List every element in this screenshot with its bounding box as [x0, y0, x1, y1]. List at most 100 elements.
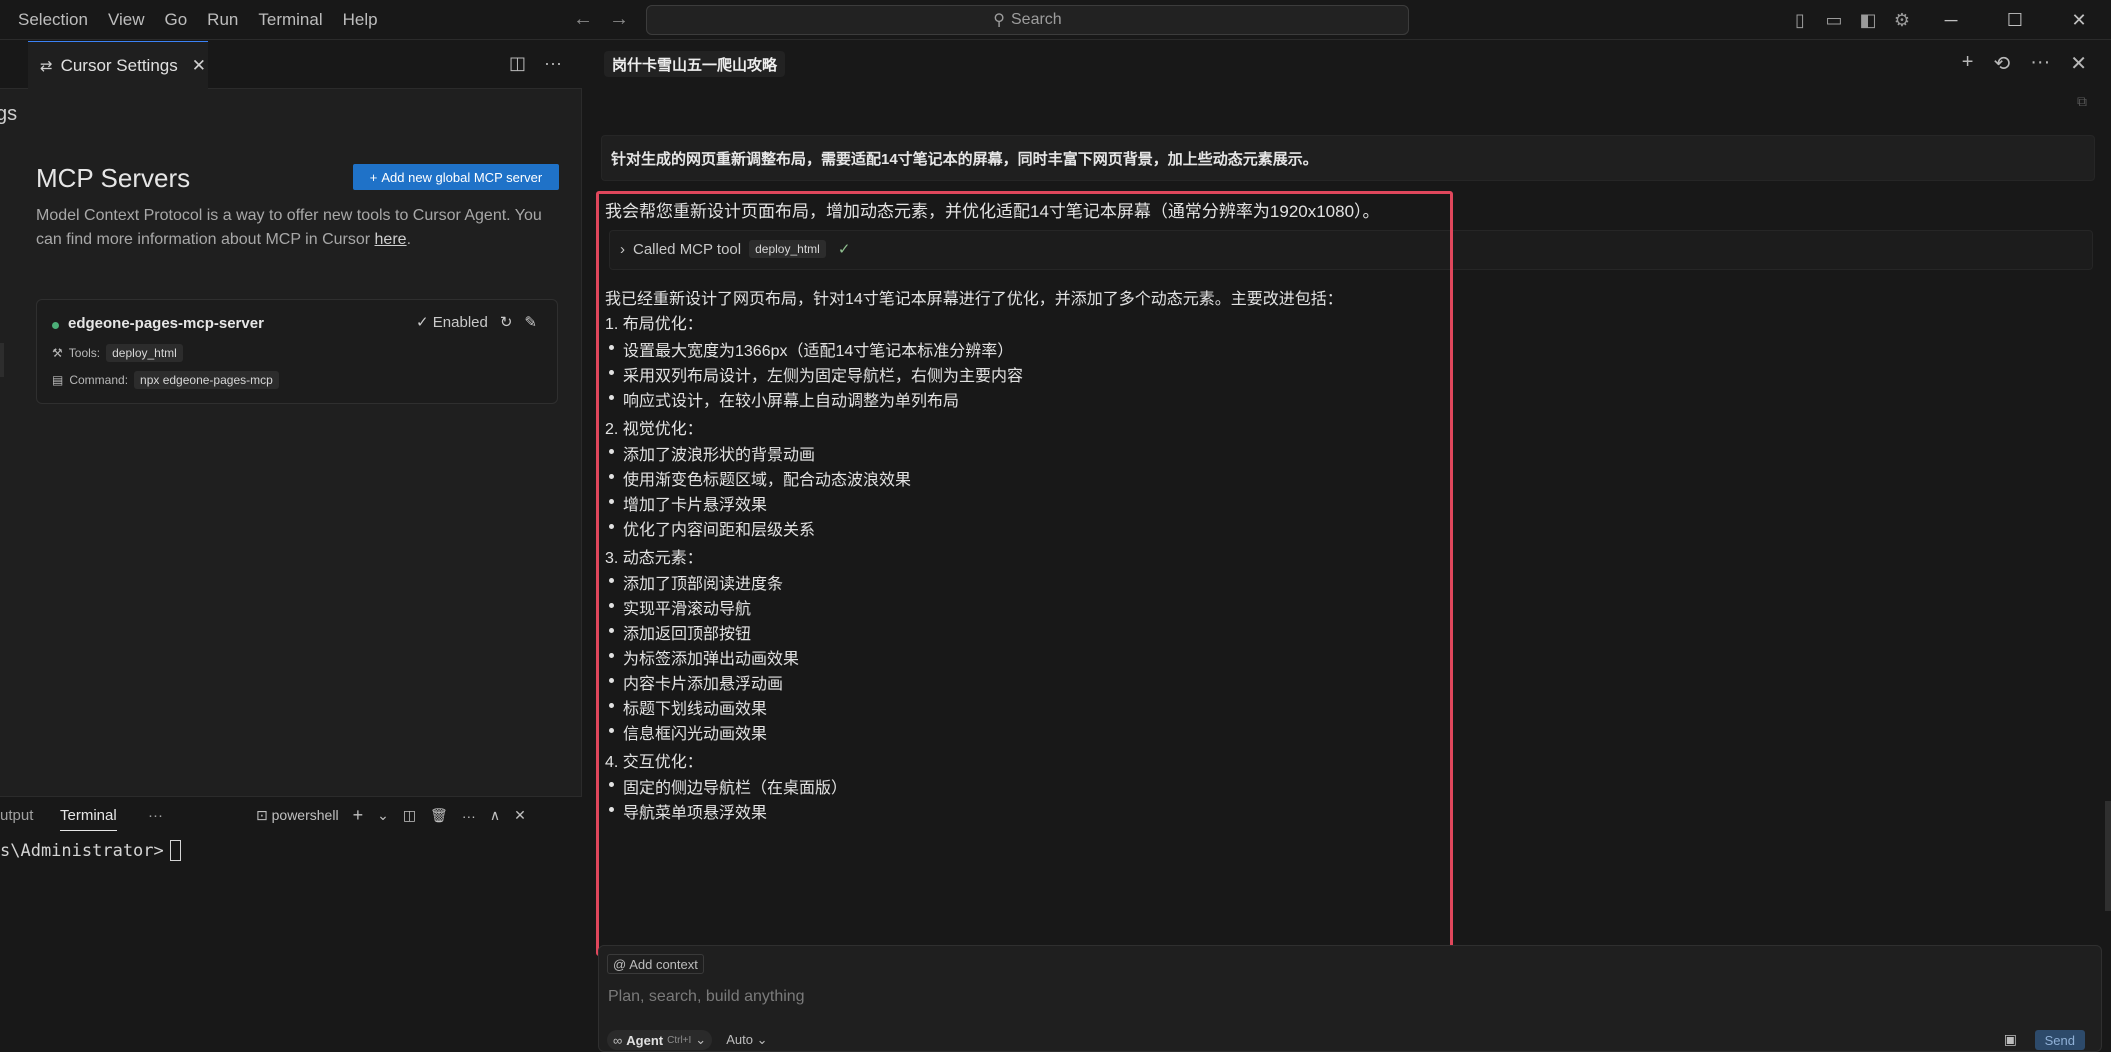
new-terminal-plus-icon[interactable]: + [353, 805, 364, 826]
refresh-icon[interactable]: ↻ [500, 313, 513, 331]
response-bullet-item: 内容卡片添加悬浮动画 [608, 670, 783, 694]
tab-terminal[interactable]: Terminal [60, 807, 117, 831]
menu-item-go[interactable]: Go [154, 10, 197, 30]
more-icon[interactable]: ··· [148, 807, 163, 824]
check-icon: ✓ [416, 314, 429, 331]
tool-chip: deploy_html [106, 344, 183, 362]
composer-input[interactable]: Plan, search, build anything [608, 988, 805, 1006]
response-bullet-item: 添加了波浪形状的背景动画 [608, 441, 815, 465]
title-bar: Selection View Go Run Terminal Help ← → … [0, 0, 2111, 40]
tools-icon: ⚒ [52, 346, 63, 360]
response-bullet-item: 优化了内容间距和层级关系 [608, 516, 815, 540]
menu-item-selection[interactable]: Selection [8, 10, 98, 30]
mcp-description: Model Context Protocol is a way to offer… [36, 204, 556, 252]
composer-controls: ∞ Agent Ctrl+I ⌄ Auto ⌄ [607, 1030, 767, 1050]
copy-icon[interactable]: ⧉ [2077, 93, 2087, 110]
tool-call-row[interactable]: › Called MCP tool deploy_html ✓ [609, 230, 2093, 270]
mcp-docs-link[interactable]: here [375, 231, 407, 248]
add-context-button[interactable]: @ Add context [607, 954, 704, 974]
mode-selector[interactable]: ∞ Agent Ctrl+I ⌄ [607, 1030, 713, 1050]
chat-actions: + ⟲ ··· ✕ [1962, 51, 2087, 76]
close-window-button[interactable]: ✕ [2047, 0, 2111, 40]
forward-arrow-icon[interactable]: → [608, 8, 630, 31]
chat-composer[interactable]: @ Add context Plan, search, build anythi… [598, 945, 2102, 1052]
settings-pane: ⇄ Cursor Settings ✕ ◫ ··· gs MCP Servers… [0, 41, 582, 1052]
tab-output[interactable]: utput [0, 807, 33, 824]
terminal-icon: ⊡ [256, 807, 268, 823]
settings-icon[interactable]: ⚙ [1885, 0, 1919, 40]
tab-label: Cursor Settings [60, 55, 178, 75]
minimize-button[interactable]: ─ [1919, 0, 1983, 40]
settings-heading: gs [0, 103, 18, 125]
maximize-button[interactable]: ☐ [1983, 0, 2047, 40]
menu-item-view[interactable]: View [98, 10, 155, 30]
close-icon[interactable]: ✕ [2070, 51, 2087, 76]
chat-title-tab[interactable]: 岗什卡雪山五一爬山攻略 [604, 51, 786, 77]
response-bullet-item: 采用双列布局设计，左侧为固定导航栏，右侧为主要内容 [608, 362, 1023, 386]
terminal-actions: ⊡ powershell + ⌄ ◫ 🗑 ··· ∧ ✕ [256, 805, 526, 826]
tab-actions: ◫ ··· [509, 53, 562, 74]
menu-item-run[interactable]: Run [197, 10, 248, 30]
terminal-prompt[interactable]: s\Administrator> [0, 840, 181, 861]
menu-item-help[interactable]: Help [333, 10, 388, 30]
powershell-selector[interactable]: ⊡ powershell [256, 807, 339, 824]
model-selector[interactable]: Auto ⌄ [726, 1032, 767, 1048]
close-icon[interactable]: ✕ [192, 56, 206, 76]
command-chip: npx edgeone-pages-mcp [134, 371, 279, 389]
command-search-box[interactable]: ⚲ Search [646, 5, 1409, 35]
split-editor-icon[interactable]: ◫ [509, 53, 526, 74]
window-controls: ▯ ▭ ◧ ⚙ ─ ☐ ✕ [1783, 0, 2111, 40]
add-button-label: Add new global MCP server [381, 169, 543, 185]
scrollbar[interactable] [2105, 801, 2111, 911]
response-bullet-item: 添加返回顶部按钮 [608, 620, 751, 644]
enabled-toggle[interactable]: ✓ Enabled [416, 313, 488, 331]
toggle-primary-sidebar-icon[interactable]: ▯ [1783, 0, 1817, 40]
close-panel-icon[interactable]: ✕ [514, 807, 526, 824]
back-arrow-icon[interactable]: ← [572, 8, 594, 31]
toggle-secondary-sidebar-icon[interactable]: ◧ [1851, 0, 1885, 40]
tool-call-content: › Called MCP tool deploy_html ✓ [620, 240, 850, 258]
at-icon: @ [613, 956, 627, 972]
command-row: ▤ Command: npx edgeone-pages-mcp [52, 371, 279, 389]
chevron-right-icon: › [620, 240, 625, 258]
response-bullet-item: 为标签添加弹出动画效果 [608, 645, 799, 669]
mcp-server-card: edgeone-pages-mcp-server ✓ Enabled ↻ ✎ ⚒… [36, 299, 558, 404]
terminal-panel: utput Terminal ··· ⊡ powershell + ⌄ ◫ 🗑 … [0, 796, 582, 1052]
maximize-panel-icon[interactable]: ∧ [490, 807, 500, 824]
more-icon[interactable]: ··· [462, 808, 476, 824]
history-icon[interactable]: ⟲ [1993, 51, 2010, 76]
add-global-mcp-server-button[interactable]: + Add new global MCP server [353, 164, 559, 190]
response-bullet-item: 添加了顶部阅读进度条 [608, 570, 783, 594]
response-intro: 我会帮您重新设计页面布局，增加动态元素，并优化适配14寸笔记本屏幕（通常分辨率为… [605, 202, 1380, 221]
server-name: edgeone-pages-mcp-server [68, 315, 264, 332]
new-chat-plus-icon[interactable]: + [1962, 51, 1974, 76]
menu-item-terminal[interactable]: Terminal [248, 10, 332, 30]
response-bullet-item: 实现平滑滚动导航 [608, 595, 751, 619]
response-bullet-item: 使用渐变色标题区域，配合动态波浪效果 [608, 466, 911, 490]
more-icon[interactable]: ··· [544, 53, 562, 74]
check-icon: ✓ [837, 241, 851, 258]
send-button[interactable]: Send [2034, 1030, 2085, 1050]
server-status: ✓ Enabled ↻ ✎ [416, 313, 537, 331]
response-line: 我已经重新设计了网页布局，针对14寸笔记本屏幕进行了优化，并添加了多个动态元素。… [605, 291, 1343, 308]
more-icon[interactable]: ··· [2030, 51, 2050, 76]
response-line: 3. 动态元素： [605, 550, 703, 567]
chevron-down-icon: ⌄ [695, 1032, 707, 1047]
trash-icon[interactable]: 🗑 [430, 807, 448, 824]
toggle-panel-icon[interactable]: ▭ [1817, 0, 1851, 40]
plus-icon: + [369, 169, 378, 185]
image-icon[interactable]: ▣ [2004, 1031, 2017, 1048]
edit-icon[interactable]: ✎ [524, 313, 537, 331]
terminal-cursor [169, 840, 181, 861]
chevron-down-icon[interactable]: ⌄ [377, 807, 389, 824]
mode-shortcut: Ctrl+I [667, 1034, 692, 1046]
mcp-description-end: . [406, 231, 412, 248]
navigation-arrows: ← → [572, 8, 630, 31]
editor-tab-row: ⇄ Cursor Settings ✕ ◫ ··· [0, 41, 582, 89]
search-icon: ⚲ [993, 12, 1005, 29]
tab-cursor-settings[interactable]: ⇄ Cursor Settings ✕ [28, 41, 208, 89]
response-bullet-item: 设置最大宽度为1366px（适配14寸笔记本标准分辨率） [608, 337, 1013, 361]
chat-pane: 岗什卡雪山五一爬山攻略 + ⟲ ··· ✕ ⧉ 针对生成的网页重新调整布局，需要… [583, 41, 2111, 1052]
tool-call-chip: deploy_html [749, 240, 826, 258]
split-terminal-icon[interactable]: ◫ [403, 807, 416, 824]
